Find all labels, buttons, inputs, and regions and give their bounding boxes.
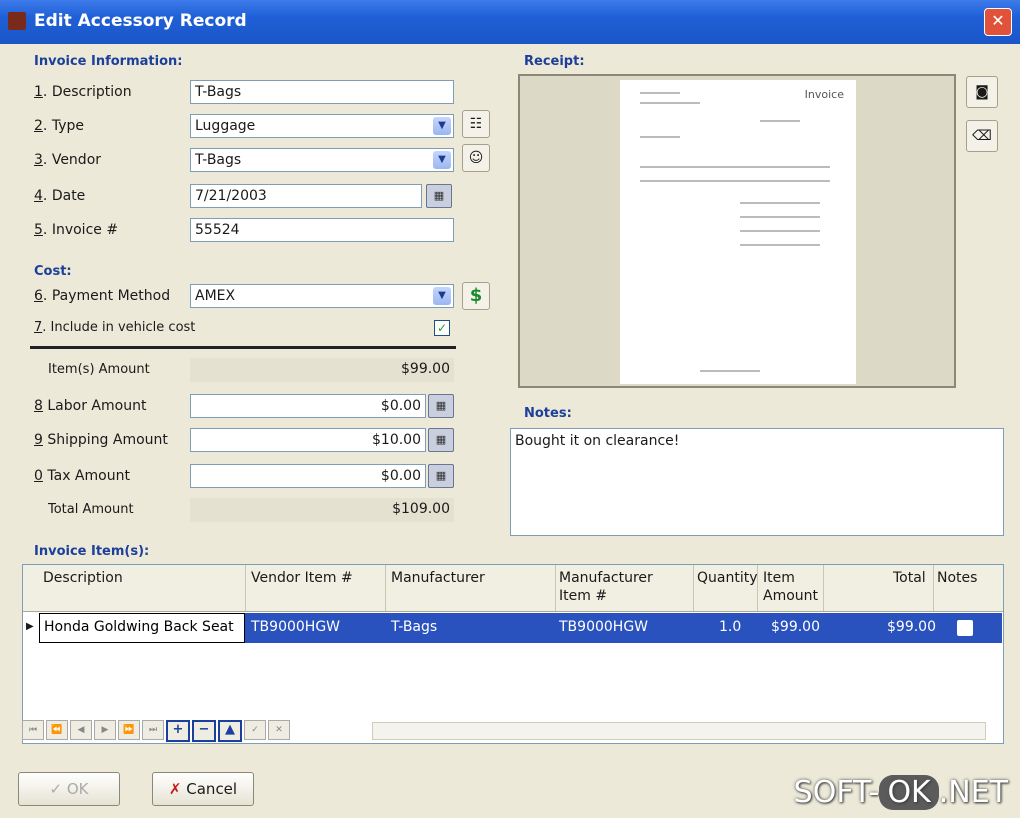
calculator-icon: ▦: [435, 469, 447, 482]
vendor-contact-button[interactable]: ☺: [462, 144, 490, 172]
include-cost-label: 7. Include in vehicle cost: [34, 320, 196, 335]
post-record-button[interactable]: ✓: [244, 720, 266, 740]
list-icon: ☷: [469, 116, 483, 132]
items-amount-value: $99.00: [190, 358, 454, 382]
watermark: SOFT- OK .NET: [793, 775, 1008, 810]
column-header[interactable]: Total: [893, 569, 926, 587]
note-icon[interactable]: [957, 620, 973, 636]
column-header[interactable]: Manufacturer: [391, 569, 485, 587]
clear-receipt-button[interactable]: ⌫: [966, 120, 998, 152]
total-amount-label: Total Amount: [48, 502, 134, 517]
calculator-icon: ▦: [435, 399, 447, 412]
prev-record-button[interactable]: ◀: [70, 720, 92, 740]
invoice-no-label: 5. Invoice #: [34, 222, 119, 238]
vendor-select[interactable]: T-Bags ▼: [190, 148, 454, 172]
row-pointer-icon: ▶: [26, 621, 34, 632]
next-record-button[interactable]: ▶: [94, 720, 116, 740]
shipping-label: 9 Shipping Amount: [34, 432, 168, 448]
next-page-button[interactable]: ⏩: [118, 720, 140, 740]
row-manufacturer-cell[interactable]: T-Bags: [391, 619, 437, 635]
shipping-calculator-button[interactable]: ▦: [428, 428, 454, 452]
cancel-button[interactable]: ✗ Cancel: [152, 772, 254, 806]
payment-method-select[interactable]: AMEX ▼: [190, 284, 454, 308]
date-input[interactable]: 7/21/2003: [190, 184, 422, 208]
row-description-cell[interactable]: Honda Goldwing Back Seat: [39, 613, 245, 643]
chevron-down-icon: ▼: [433, 117, 451, 135]
payment-button[interactable]: $: [462, 282, 490, 310]
row-total-cell[interactable]: $99.00: [887, 619, 936, 635]
invoice-items-label: Invoice Item(s):: [34, 544, 150, 559]
date-label: 4. Date: [34, 188, 86, 204]
type-list-button[interactable]: ☷: [462, 110, 490, 138]
receipt-heading: Invoice: [804, 88, 844, 101]
notes-textarea[interactable]: Bought it on clearance!: [510, 428, 1004, 536]
grid-navigator: ⏮ ⏪ ◀ ▶ ⏩ ⏭ + − ▲ ✓ ✕: [22, 720, 292, 742]
title-bar: Edit Accessory Record ✕: [0, 0, 1020, 44]
contact-icon: ☺: [468, 150, 484, 166]
calendar-icon: ▦: [433, 189, 445, 202]
column-header[interactable]: Manufacturer Item #: [559, 569, 689, 605]
first-record-button[interactable]: ⏮: [22, 720, 44, 740]
table-row[interactable]: Honda Goldwing Back Seat TB9000HGW T-Bag…: [39, 613, 1002, 643]
tax-calculator-button[interactable]: ▦: [428, 464, 454, 488]
scan-receipt-button[interactable]: ◙: [966, 76, 998, 108]
row-item-amount-cell[interactable]: $99.00: [771, 619, 820, 635]
ok-button[interactable]: ✓ OK: [18, 772, 120, 806]
receipt-label: Receipt:: [524, 54, 585, 69]
calculator-icon: ▦: [435, 433, 447, 446]
delete-record-button[interactable]: −: [192, 720, 216, 742]
cost-divider: [30, 346, 456, 349]
camera-icon: ◙: [975, 84, 989, 100]
shipping-input[interactable]: $10.00: [190, 428, 426, 452]
row-quantity-cell[interactable]: 1.0: [719, 619, 741, 635]
dialog-body: Invoice Information: 1. Description T-Ba…: [6, 44, 1014, 818]
include-cost-checkbox[interactable]: ✓: [434, 320, 450, 336]
eraser-icon: ⌫: [972, 128, 992, 144]
row-mfr-item-cell[interactable]: TB9000HGW: [559, 619, 648, 635]
chevron-down-icon: ▼: [433, 287, 451, 305]
column-header[interactable]: Quantity: [697, 569, 758, 587]
payment-method-label: 6. Payment Method: [34, 288, 171, 304]
labor-input[interactable]: $0.00: [190, 394, 426, 418]
tax-label: 0 Tax Amount: [34, 468, 130, 484]
items-amount-label: Item(s) Amount: [48, 362, 150, 377]
description-input[interactable]: T-Bags: [190, 80, 454, 104]
cancel-edit-button[interactable]: ✕: [268, 720, 290, 740]
total-amount-value: $109.00: [190, 498, 454, 522]
calendar-button[interactable]: ▦: [426, 184, 452, 208]
invoice-no-input[interactable]: 55524: [190, 218, 454, 242]
labor-label: 8 Labor Amount: [34, 398, 147, 414]
type-label: 2. Type: [34, 118, 84, 134]
receipt-image: Invoice: [620, 80, 856, 384]
labor-calculator-button[interactable]: ▦: [428, 394, 454, 418]
close-button[interactable]: ✕: [984, 8, 1012, 36]
grid-horizontal-scrollbar[interactable]: [372, 722, 986, 740]
check-icon: ✓: [49, 780, 63, 798]
row-vendor-item-cell[interactable]: TB9000HGW: [251, 619, 340, 635]
window-title: Edit Accessory Record: [34, 11, 247, 31]
invoice-items-grid[interactable]: Description Vendor Item # Manufacturer M…: [22, 564, 1004, 744]
column-header[interactable]: Vendor Item #: [251, 569, 353, 587]
add-record-button[interactable]: +: [166, 720, 190, 742]
type-select[interactable]: Luggage ▼: [190, 114, 454, 138]
dollar-icon: $: [469, 285, 483, 306]
app-icon: [8, 12, 26, 30]
tax-input[interactable]: $0.00: [190, 464, 426, 488]
edit-record-button[interactable]: ▲: [218, 720, 242, 742]
column-header[interactable]: Notes: [937, 569, 977, 587]
receipt-image-frame[interactable]: Invoice: [518, 74, 956, 388]
x-icon: ✗: [168, 780, 182, 798]
vendor-label: 3. Vendor: [34, 152, 102, 168]
prev-page-button[interactable]: ⏪: [46, 720, 68, 740]
invoice-info-label: Invoice Information:: [34, 54, 183, 69]
notes-label: Notes:: [524, 406, 572, 421]
last-record-button[interactable]: ⏭: [142, 720, 164, 740]
column-header[interactable]: Description: [43, 569, 123, 587]
grid-header: Description Vendor Item # Manufacturer M…: [23, 565, 1003, 612]
chevron-down-icon: ▼: [433, 151, 451, 169]
cost-label: Cost:: [34, 264, 72, 279]
description-label: 1. Description: [34, 84, 132, 100]
column-header[interactable]: Item Amount: [763, 569, 823, 605]
